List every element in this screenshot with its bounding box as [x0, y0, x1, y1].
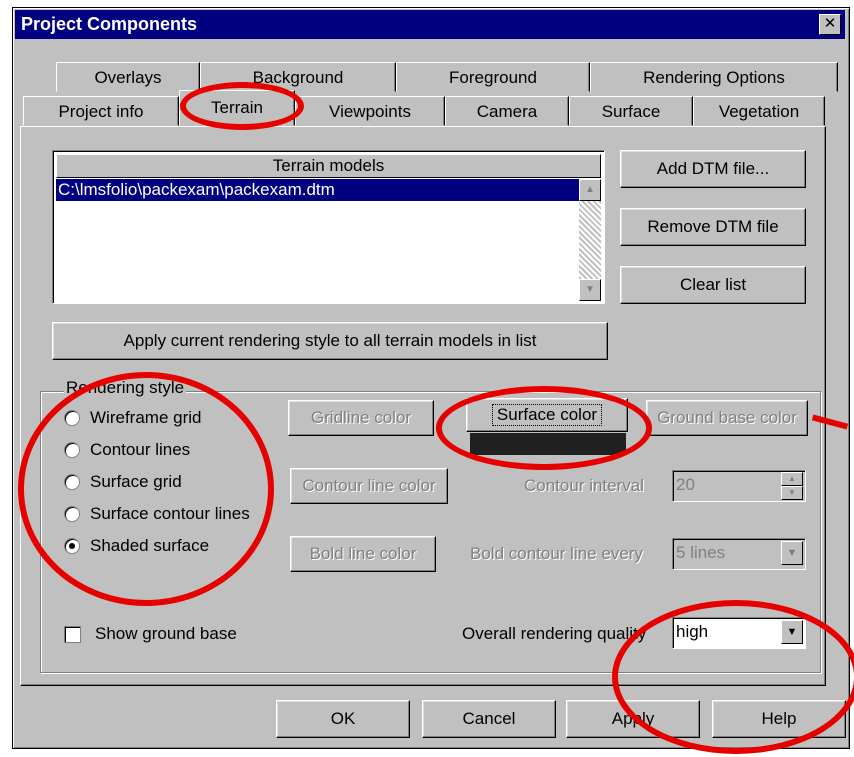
contour-line-color-button[interactable]: Contour line color	[290, 468, 448, 504]
tab-foreground[interactable]: Foreground	[396, 62, 590, 92]
title-bar[interactable]: Project Components ✕	[15, 10, 845, 39]
bold-contour-every-label: Bold contour line every	[470, 544, 643, 563]
terrain-models-header: Terrain models	[56, 154, 601, 178]
surface-color-swatch	[470, 433, 626, 455]
radio-circle-icon	[64, 506, 80, 522]
remove-dtm-file-button[interactable]: Remove DTM file	[620, 208, 806, 246]
spin-down-icon[interactable]: ▼	[781, 486, 803, 500]
rendering-style-label: Rendering style	[64, 378, 187, 398]
cancel-button[interactable]: Cancel	[422, 700, 556, 738]
add-dtm-file-button[interactable]: Add DTM file...	[620, 150, 806, 188]
tab-rendering-options[interactable]: Rendering Options	[590, 62, 838, 92]
close-icon[interactable]: ✕	[819, 14, 841, 35]
tab-terrain[interactable]: Terrain	[179, 90, 295, 126]
radio-selected-icon	[64, 538, 80, 554]
tab-project-info[interactable]: Project info	[23, 96, 179, 126]
ground-base-color-button[interactable]: Ground base color	[646, 400, 808, 436]
radio-shaded-surface[interactable]: Shaded surface	[64, 534, 209, 558]
scroll-up-icon[interactable]: ▲	[579, 179, 601, 201]
list-scrollbar[interactable]: ▲ ▼	[579, 179, 601, 301]
tab-camera[interactable]: Camera	[445, 96, 569, 126]
clear-list-button[interactable]: Clear list	[620, 266, 806, 304]
tab-surface[interactable]: Surface	[569, 96, 693, 126]
tab-viewpoints[interactable]: Viewpoints	[295, 96, 445, 126]
terrain-models-list[interactable]: Terrain models C:\lmsfolio\packexam\pack…	[52, 150, 605, 304]
radio-circle-icon	[64, 410, 80, 426]
help-button[interactable]: Help	[712, 700, 846, 738]
spin-up-icon[interactable]: ▲	[781, 472, 803, 486]
surface-color-button[interactable]: Surface color	[466, 398, 628, 432]
checkbox-box[interactable]	[64, 625, 81, 643]
radio-circle-icon	[64, 442, 80, 458]
tab-background[interactable]: Background	[200, 62, 396, 92]
bold-line-color-button[interactable]: Bold line color	[290, 536, 436, 572]
contour-interval-field[interactable]: 20 ▲ ▼	[672, 470, 806, 502]
chevron-down-icon[interactable]: ▼	[781, 620, 803, 644]
apply-button[interactable]: Apply	[566, 700, 700, 738]
contour-interval-label: Contour interval	[524, 476, 645, 495]
gridline-color-button[interactable]: Gridline color	[288, 400, 434, 436]
show-ground-base-checkbox[interactable]: Show ground base	[64, 624, 237, 644]
radio-circle-icon	[64, 474, 80, 490]
radio-surface-contour-lines[interactable]: Surface contour lines	[64, 502, 250, 526]
radio-surface-grid[interactable]: Surface grid	[64, 470, 182, 494]
radio-contour-lines[interactable]: Contour lines	[64, 438, 190, 462]
chevron-down-icon[interactable]: ▼	[781, 541, 803, 565]
rendering-quality-label: Overall rendering quality	[462, 624, 647, 643]
apply-style-all-button[interactable]: Apply current rendering style to all ter…	[52, 322, 608, 360]
tab-vegetation[interactable]: Vegetation	[693, 96, 825, 126]
bold-contour-every-select[interactable]: 5 lines ▼	[672, 538, 806, 570]
scroll-down-icon[interactable]: ▼	[579, 279, 601, 301]
ok-button[interactable]: OK	[276, 700, 410, 738]
tab-overlays[interactable]: Overlays	[56, 62, 200, 92]
radio-wireframe-grid[interactable]: Wireframe grid	[64, 406, 201, 430]
list-item[interactable]: C:\lmsfolio\packexam\packexam.dtm	[56, 179, 579, 201]
window-title: Project Components	[21, 14, 198, 34]
rendering-quality-select[interactable]: high ▼	[672, 617, 806, 649]
